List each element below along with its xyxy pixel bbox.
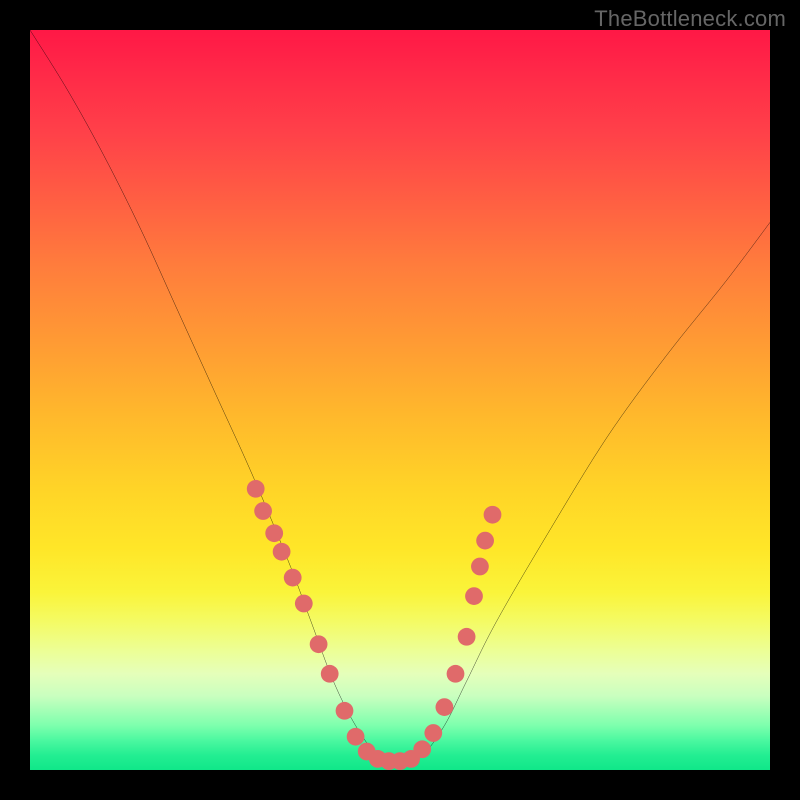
marker-dot [447,665,465,683]
marker-dot [465,587,483,605]
chart-root: TheBottleneck.com [0,0,800,800]
marker-dot [247,480,265,498]
marker-dot [295,595,313,613]
marker-dot [336,702,354,720]
marker-dots [247,480,502,770]
marker-dot [321,665,339,683]
marker-dot [458,628,476,646]
marker-dot [413,740,431,758]
marker-dot [284,569,302,587]
marker-dot [476,532,494,550]
marker-dot [471,558,489,576]
marker-dot [310,635,328,653]
marker-dot [436,698,454,716]
marker-dot [273,543,291,561]
marker-dot [484,506,502,524]
watermark-text: TheBottleneck.com [594,6,786,32]
plot-area [30,30,770,770]
marker-dot [265,524,283,542]
curve-layer [30,30,770,770]
marker-dot [424,724,442,742]
marker-dot [347,728,365,746]
marker-dot [254,502,272,520]
bottleneck-curve [30,30,770,763]
